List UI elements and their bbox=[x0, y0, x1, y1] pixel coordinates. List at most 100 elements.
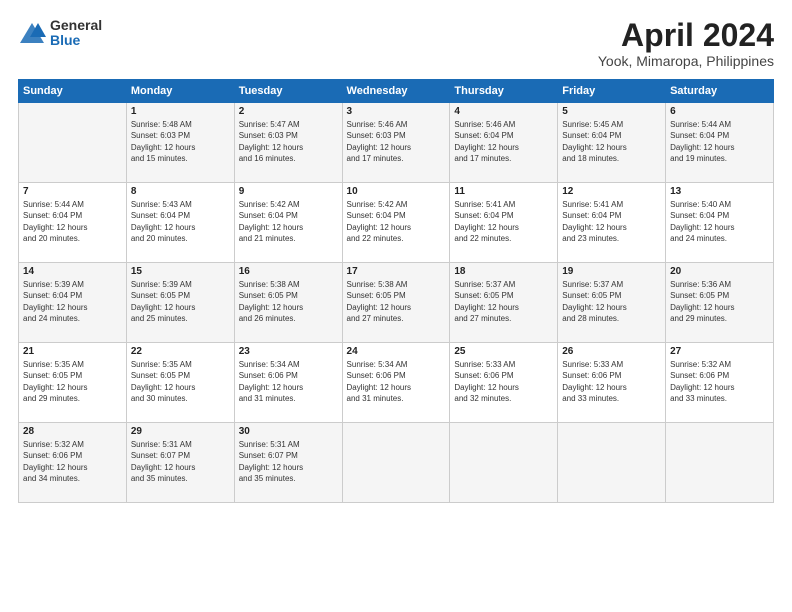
day-info: Sunrise: 5:39 AM Sunset: 6:04 PM Dayligh… bbox=[23, 279, 122, 324]
day-number: 4 bbox=[454, 106, 553, 117]
calendar-header: Sunday Monday Tuesday Wednesday Thursday… bbox=[19, 80, 774, 103]
day-number: 21 bbox=[23, 346, 122, 357]
day-number: 11 bbox=[454, 186, 553, 197]
day-number: 24 bbox=[347, 346, 446, 357]
day-number: 23 bbox=[239, 346, 338, 357]
calendar-cell bbox=[342, 423, 450, 503]
day-number: 15 bbox=[131, 266, 230, 277]
day-number: 9 bbox=[239, 186, 338, 197]
day-number: 30 bbox=[239, 426, 338, 437]
calendar-cell: 14 Sunrise: 5:39 AM Sunset: 6:04 PM Dayli… bbox=[19, 263, 127, 343]
header-saturday: Saturday bbox=[666, 80, 774, 103]
calendar-cell: 17 Sunrise: 5:38 AM Sunset: 6:05 PM Dayli… bbox=[342, 263, 450, 343]
calendar-cell: 25 Sunrise: 5:33 AM Sunset: 6:06 PM Dayli… bbox=[450, 343, 558, 423]
calendar-cell: 4Sunrise: 5:46 AM Sunset: 6:04 PM Daylig… bbox=[450, 103, 558, 183]
day-info: Sunrise: 5:38 AM Sunset: 6:05 PM Dayligh… bbox=[347, 279, 446, 324]
calendar-cell: 18 Sunrise: 5:37 AM Sunset: 6:05 PM Dayli… bbox=[450, 263, 558, 343]
day-info: Sunrise: 5:32 AM Sunset: 6:06 PM Dayligh… bbox=[23, 439, 122, 484]
day-number: 2 bbox=[239, 106, 338, 117]
day-number: 27 bbox=[670, 346, 769, 357]
day-info: Sunrise: 5:36 AM Sunset: 6:05 PM Dayligh… bbox=[670, 279, 769, 324]
logo-blue-label: Blue bbox=[50, 33, 102, 48]
header-wednesday: Wednesday bbox=[342, 80, 450, 103]
header-row: Sunday Monday Tuesday Wednesday Thursday… bbox=[19, 80, 774, 103]
calendar-cell: 29 Sunrise: 5:31 AM Sunset: 6:07 PM Dayli… bbox=[126, 423, 234, 503]
calendar-cell: 26Sunrise: 5:33 AM Sunset: 6:06 PM Dayli… bbox=[558, 343, 666, 423]
header: General Blue April 2024 Yook, Mimaropa, … bbox=[18, 18, 774, 69]
day-info: Sunrise: 5:33 AM Sunset: 6:06 PM Dayligh… bbox=[454, 359, 553, 404]
day-number: 28 bbox=[23, 426, 122, 437]
day-number: 20 bbox=[670, 266, 769, 277]
calendar-cell: 23Sunrise: 5:34 AM Sunset: 6:06 PM Dayli… bbox=[234, 343, 342, 423]
day-info: Sunrise: 5:34 AM Sunset: 6:06 PM Dayligh… bbox=[347, 359, 446, 404]
calendar-cell: 12Sunrise: 5:41 AM Sunset: 6:04 PM Dayli… bbox=[558, 183, 666, 263]
day-info: Sunrise: 5:35 AM Sunset: 6:05 PM Dayligh… bbox=[131, 359, 230, 404]
day-info: Sunrise: 5:32 AM Sunset: 6:06 PM Dayligh… bbox=[670, 359, 769, 404]
day-number: 22 bbox=[131, 346, 230, 357]
calendar-cell bbox=[666, 423, 774, 503]
day-number: 3 bbox=[347, 106, 446, 117]
day-number: 25 bbox=[454, 346, 553, 357]
logo-text: General Blue bbox=[50, 18, 102, 49]
day-number: 10 bbox=[347, 186, 446, 197]
calendar-cell: 13 Sunrise: 5:40 AM Sunset: 6:04 PM Dayli… bbox=[666, 183, 774, 263]
day-info: Sunrise: 5:37 AM Sunset: 6:05 PM Dayligh… bbox=[454, 279, 553, 324]
calendar-cell: 22 Sunrise: 5:35 AM Sunset: 6:05 PM Dayli… bbox=[126, 343, 234, 423]
calendar-cell: 1 Sunrise: 5:48 AM Sunset: 6:03 PM Daylig… bbox=[126, 103, 234, 183]
calendar-cell bbox=[19, 103, 127, 183]
calendar-table: Sunday Monday Tuesday Wednesday Thursday… bbox=[18, 79, 774, 503]
logo-icon bbox=[18, 19, 46, 47]
header-friday: Friday bbox=[558, 80, 666, 103]
calendar-cell: 16 Sunrise: 5:38 AM Sunset: 6:05 PM Dayli… bbox=[234, 263, 342, 343]
day-number: 19 bbox=[562, 266, 661, 277]
day-info: Sunrise: 5:35 AM Sunset: 6:05 PM Dayligh… bbox=[23, 359, 122, 404]
day-number: 5 bbox=[562, 106, 661, 117]
header-thursday: Thursday bbox=[450, 80, 558, 103]
calendar-body: 1 Sunrise: 5:48 AM Sunset: 6:03 PM Daylig… bbox=[19, 103, 774, 503]
day-number: 1 bbox=[131, 106, 230, 117]
day-info: Sunrise: 5:43 AM Sunset: 6:04 PM Dayligh… bbox=[131, 199, 230, 244]
calendar-page: General Blue April 2024 Yook, Mimaropa, … bbox=[0, 0, 792, 612]
week-row-1: 7Sunrise: 5:44 AM Sunset: 6:04 PM Daylig… bbox=[19, 183, 774, 263]
calendar-cell: 6 Sunrise: 5:44 AM Sunset: 6:04 PM Daylig… bbox=[666, 103, 774, 183]
calendar-cell: 8 Sunrise: 5:43 AM Sunset: 6:04 PM Daylig… bbox=[126, 183, 234, 263]
calendar-cell: 21 Sunrise: 5:35 AM Sunset: 6:05 PM Dayli… bbox=[19, 343, 127, 423]
day-number: 13 bbox=[670, 186, 769, 197]
calendar-cell: 9 Sunrise: 5:42 AM Sunset: 6:04 PM Daylig… bbox=[234, 183, 342, 263]
day-info: Sunrise: 5:48 AM Sunset: 6:03 PM Dayligh… bbox=[131, 119, 230, 164]
title-block: April 2024 Yook, Mimaropa, Philippines bbox=[598, 18, 774, 69]
day-info: Sunrise: 5:38 AM Sunset: 6:05 PM Dayligh… bbox=[239, 279, 338, 324]
calendar-cell: 20 Sunrise: 5:36 AM Sunset: 6:05 PM Dayli… bbox=[666, 263, 774, 343]
header-monday: Monday bbox=[126, 80, 234, 103]
day-info: Sunrise: 5:42 AM Sunset: 6:04 PM Dayligh… bbox=[347, 199, 446, 244]
day-number: 14 bbox=[23, 266, 122, 277]
day-info: Sunrise: 5:31 AM Sunset: 6:07 PM Dayligh… bbox=[239, 439, 338, 484]
day-info: Sunrise: 5:40 AM Sunset: 6:04 PM Dayligh… bbox=[670, 199, 769, 244]
day-info: Sunrise: 5:42 AM Sunset: 6:04 PM Dayligh… bbox=[239, 199, 338, 244]
day-number: 6 bbox=[670, 106, 769, 117]
logo-general-label: General bbox=[50, 18, 102, 33]
day-number: 18 bbox=[454, 266, 553, 277]
calendar-cell: 2Sunrise: 5:47 AM Sunset: 6:03 PM Daylig… bbox=[234, 103, 342, 183]
week-row-4: 28 Sunrise: 5:32 AM Sunset: 6:06 PM Dayli… bbox=[19, 423, 774, 503]
logo: General Blue bbox=[18, 18, 102, 49]
day-number: 8 bbox=[131, 186, 230, 197]
calendar-cell: 15 Sunrise: 5:39 AM Sunset: 6:05 PM Dayli… bbox=[126, 263, 234, 343]
day-number: 16 bbox=[239, 266, 338, 277]
day-info: Sunrise: 5:44 AM Sunset: 6:04 PM Dayligh… bbox=[670, 119, 769, 164]
calendar-cell: 11Sunrise: 5:41 AM Sunset: 6:04 PM Dayli… bbox=[450, 183, 558, 263]
day-number: 17 bbox=[347, 266, 446, 277]
day-info: Sunrise: 5:31 AM Sunset: 6:07 PM Dayligh… bbox=[131, 439, 230, 484]
calendar-cell: 28 Sunrise: 5:32 AM Sunset: 6:06 PM Dayli… bbox=[19, 423, 127, 503]
day-info: Sunrise: 5:46 AM Sunset: 6:03 PM Dayligh… bbox=[347, 119, 446, 164]
day-info: Sunrise: 5:37 AM Sunset: 6:05 PM Dayligh… bbox=[562, 279, 661, 324]
calendar-subtitle: Yook, Mimaropa, Philippines bbox=[598, 53, 774, 69]
header-sunday: Sunday bbox=[19, 80, 127, 103]
calendar-cell: 5Sunrise: 5:45 AM Sunset: 6:04 PM Daylig… bbox=[558, 103, 666, 183]
calendar-title: April 2024 bbox=[598, 18, 774, 53]
day-info: Sunrise: 5:39 AM Sunset: 6:05 PM Dayligh… bbox=[131, 279, 230, 324]
week-row-3: 21 Sunrise: 5:35 AM Sunset: 6:05 PM Dayli… bbox=[19, 343, 774, 423]
calendar-cell: 27 Sunrise: 5:32 AM Sunset: 6:06 PM Dayli… bbox=[666, 343, 774, 423]
day-info: Sunrise: 5:44 AM Sunset: 6:04 PM Dayligh… bbox=[23, 199, 122, 244]
day-number: 29 bbox=[131, 426, 230, 437]
